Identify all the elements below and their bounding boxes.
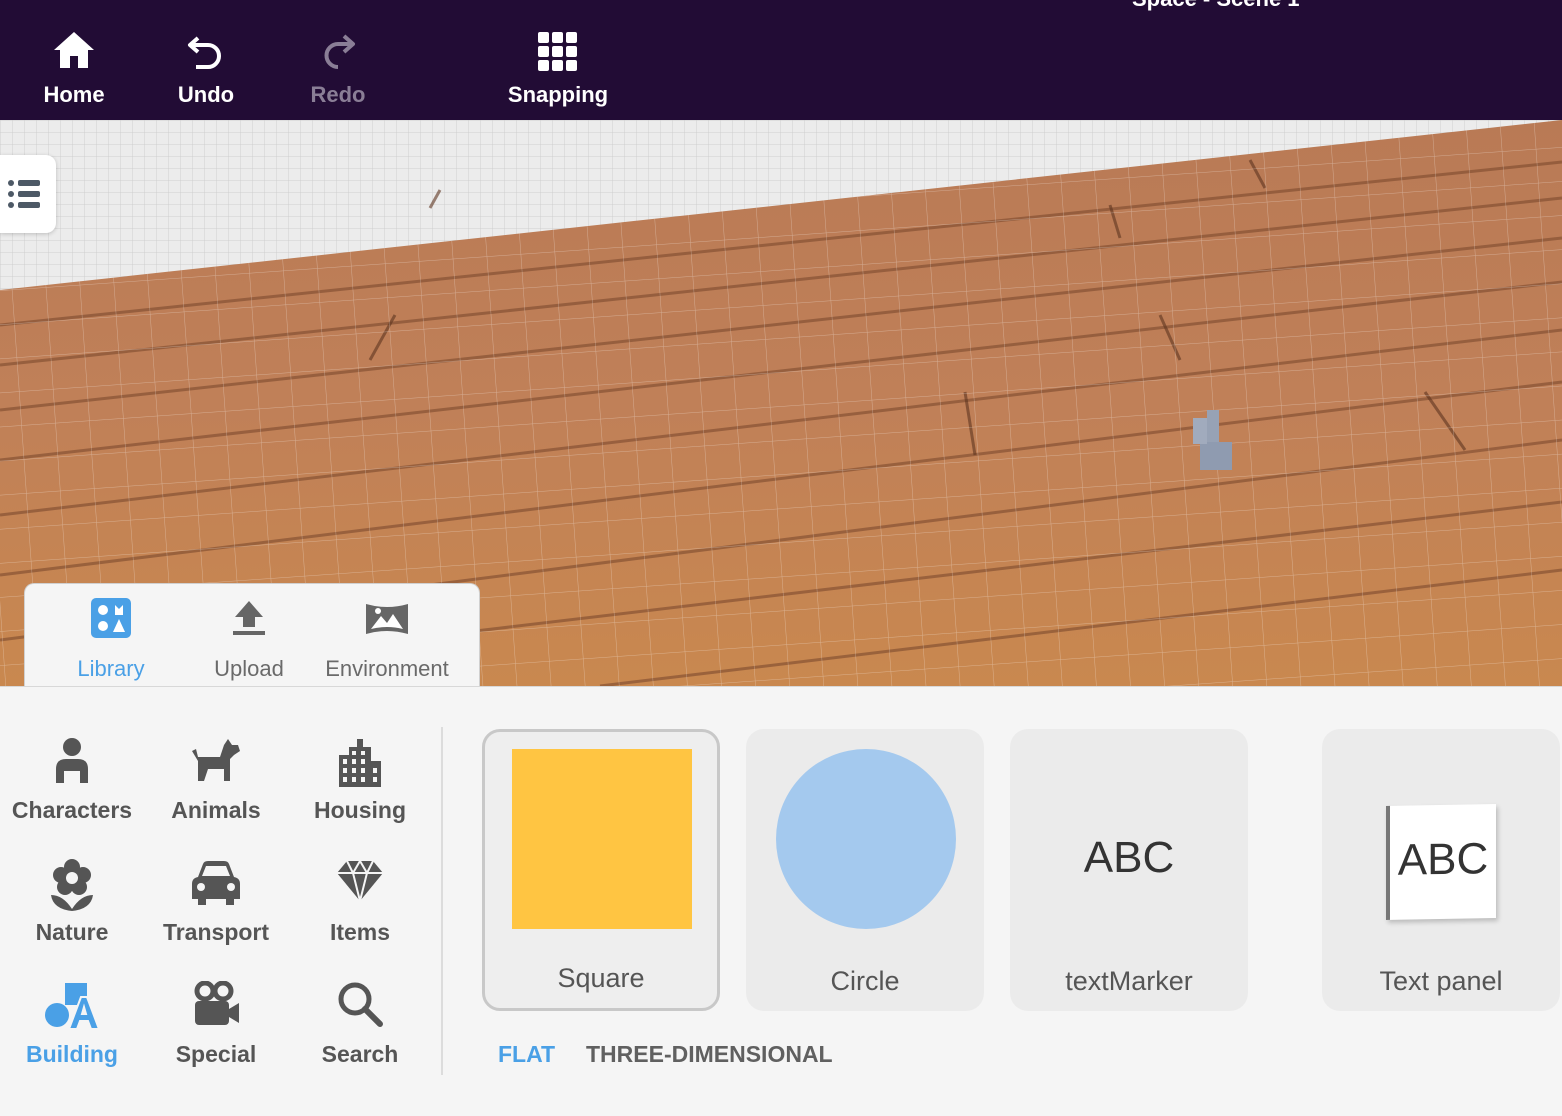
tab-environment-label: Environment xyxy=(325,656,449,681)
category-transport-label: Transport xyxy=(162,919,270,945)
category-housing[interactable]: Housing xyxy=(290,737,430,824)
category-animals[interactable]: Animals xyxy=(146,737,286,824)
redo-button[interactable]: Redo xyxy=(283,30,393,108)
category-building-label: Building xyxy=(26,1041,118,1067)
category-special[interactable]: Special xyxy=(146,981,286,1068)
diamond-icon xyxy=(290,859,430,909)
tab-library[interactable]: Library xyxy=(41,598,181,682)
grid-icon xyxy=(503,30,613,74)
category-characters-label: Characters xyxy=(11,797,133,823)
mode-tabs: Library Upload Environment xyxy=(24,583,480,687)
home-label: Home xyxy=(43,82,105,107)
category-items[interactable]: Items xyxy=(290,859,430,946)
category-nature[interactable]: Nature xyxy=(2,859,142,946)
panel-divider xyxy=(441,727,443,1075)
building-icon xyxy=(290,737,430,787)
car-icon xyxy=(146,859,286,909)
text-panel-preview-text: ABC xyxy=(1397,834,1489,885)
category-animals-label: Animals xyxy=(171,797,261,823)
category-items-label: Items xyxy=(329,919,391,945)
undo-button[interactable]: Undo xyxy=(151,30,261,108)
outline-toggle-button[interactable] xyxy=(0,155,56,233)
subtab-three-dimensional[interactable]: THREE-DIMENSIONAL xyxy=(586,1041,833,1068)
dog-icon xyxy=(146,737,286,787)
camera-icon xyxy=(146,981,286,1031)
item-preview-textmarker: ABC xyxy=(1010,729,1248,939)
category-transport[interactable]: Transport xyxy=(146,859,286,946)
undo-label: Undo xyxy=(177,82,235,107)
list-icon xyxy=(8,180,40,208)
item-preview-circle xyxy=(746,729,984,939)
category-building[interactable]: Building xyxy=(2,981,142,1068)
item-label-text-panel: Text panel xyxy=(1379,966,1503,996)
category-nature-label: Nature xyxy=(35,919,109,945)
item-card-text-panel[interactable]: ABC Text panel xyxy=(1322,729,1560,1011)
search-icon xyxy=(290,981,430,1031)
item-preview-text-panel: ABC xyxy=(1322,729,1560,939)
environment-icon xyxy=(317,598,457,642)
textmarker-preview-text: ABC xyxy=(1083,833,1175,882)
item-label-square: Square xyxy=(557,963,645,993)
redo-icon xyxy=(283,30,393,74)
shapes-icon xyxy=(2,981,142,1031)
undo-icon xyxy=(151,30,261,74)
category-special-label: Special xyxy=(175,1041,257,1067)
home-button[interactable]: Home xyxy=(19,30,129,108)
item-label-textmarker: textMarker xyxy=(1065,966,1193,996)
redo-label: Redo xyxy=(310,82,366,107)
item-preview-square xyxy=(485,732,717,942)
category-search[interactable]: Search xyxy=(290,981,430,1068)
upload-icon xyxy=(179,598,319,642)
tab-library-label: Library xyxy=(77,656,145,681)
window-title: Space - Scene 1 xyxy=(1132,0,1300,12)
category-characters[interactable]: Characters xyxy=(2,737,142,824)
top-bar: Space - Scene 1 Home Undo Redo Snapping xyxy=(0,0,1562,120)
item-card-square[interactable]: Square xyxy=(482,729,720,1011)
subtab-flat[interactable]: FLAT xyxy=(498,1041,555,1068)
snapping-label: Snapping xyxy=(507,82,609,107)
tab-upload[interactable]: Upload xyxy=(179,598,319,682)
item-card-circle[interactable]: Circle xyxy=(746,729,984,1011)
item-card-textmarker[interactable]: ABC textMarker xyxy=(1010,729,1248,1011)
tab-upload-label: Upload xyxy=(214,656,284,681)
tab-environment[interactable]: Environment xyxy=(317,598,457,682)
snapping-button[interactable]: Snapping xyxy=(503,30,613,108)
library-icon xyxy=(41,598,181,642)
category-housing-label: Housing xyxy=(314,797,406,823)
category-search-label: Search xyxy=(321,1041,399,1067)
flower-icon xyxy=(2,859,142,911)
home-icon xyxy=(19,30,129,74)
library-panel: Characters Animals Housing Nature Transp… xyxy=(0,686,1562,1116)
item-label-circle: Circle xyxy=(830,966,900,996)
person-icon xyxy=(2,737,142,787)
